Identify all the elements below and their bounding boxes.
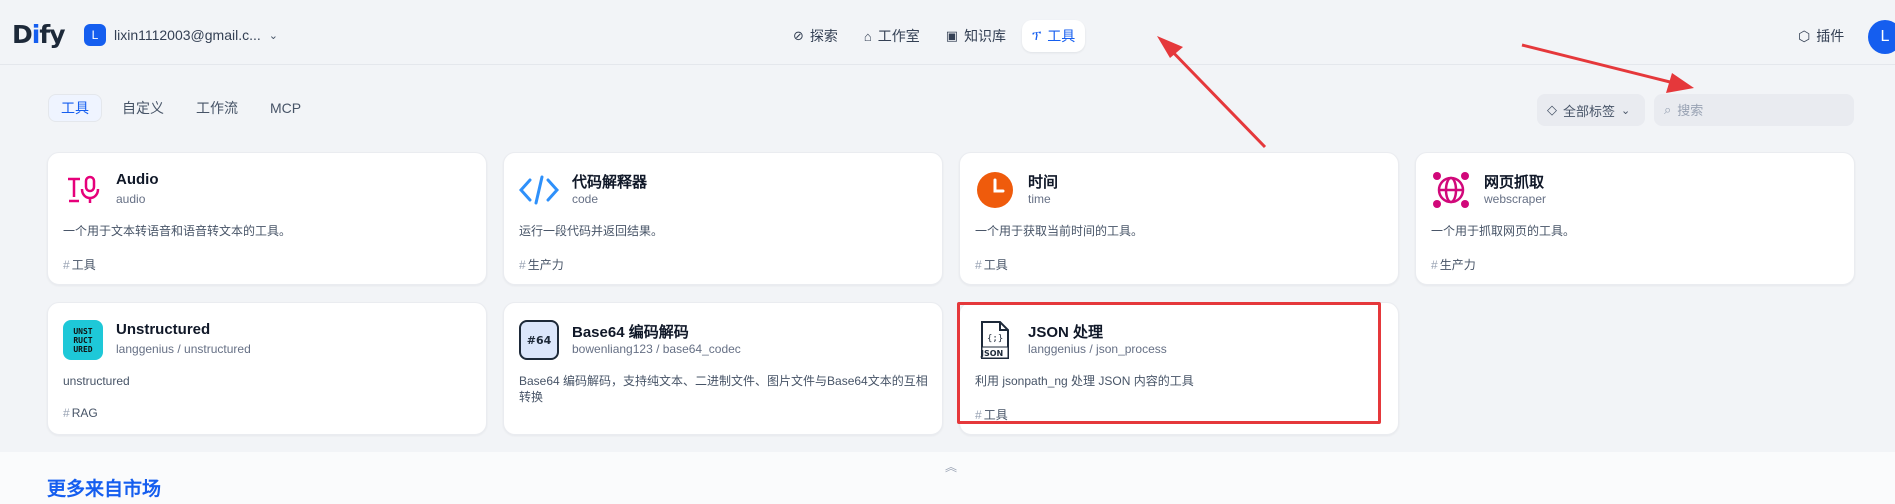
marketplace-title: 更多来自市场 xyxy=(47,479,162,500)
annotation-arrows xyxy=(1157,36,1694,149)
chevrons-up-icon[interactable]: ︽ xyxy=(945,458,957,475)
